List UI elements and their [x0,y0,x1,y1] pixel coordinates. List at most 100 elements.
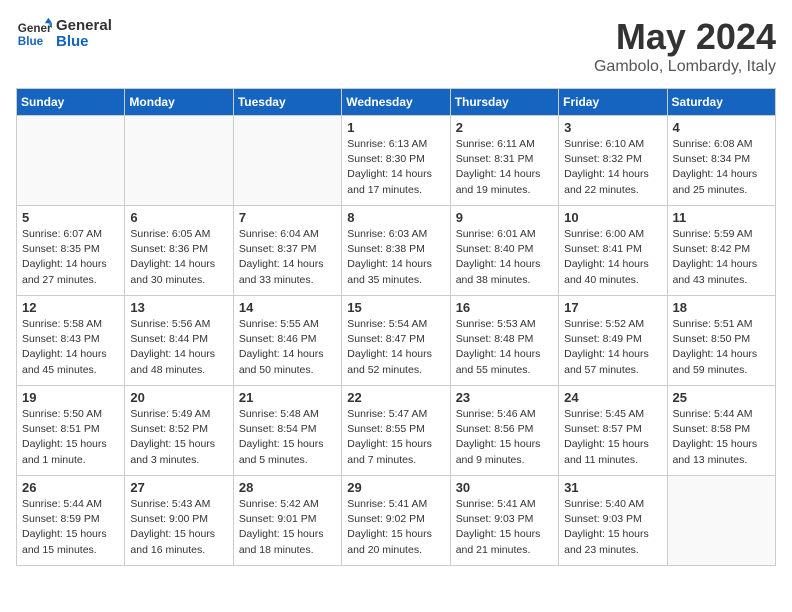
day-number: 18 [673,300,770,315]
location-title: Gambolo, Lombardy, Italy [594,58,776,76]
calendar-body: 1 Sunrise: 6:13 AM Sunset: 8:30 PM Daylig… [17,116,776,566]
day-cell: 18 Sunrise: 5:51 AM Sunset: 8:50 PM Dayli… [667,296,775,386]
day-number: 22 [347,390,444,405]
day-cell: 8Sunrise: 6:03 AM Sunset: 8:38 PM Daylig… [342,206,450,296]
day-cell: 19 Sunrise: 5:50 AM Sunset: 8:51 PM Dayli… [17,386,125,476]
day-info: Sunrise: 5:44 AM Sunset: 8:59 PM Dayligh… [22,497,119,558]
day-info: Sunrise: 5:41 AM Sunset: 9:03 PM Dayligh… [456,497,553,558]
day-info: Sunrise: 6:10 AM Sunset: 8:32 PM Dayligh… [564,137,661,198]
day-info: Sunrise: 5:46 AM Sunset: 8:56 PM Dayligh… [456,407,553,468]
day-cell: 30 Sunrise: 5:41 AM Sunset: 9:03 PM Dayli… [450,476,558,566]
day-number: 23 [456,390,553,405]
day-info: Sunrise: 5:41 AM Sunset: 9:02 PM Dayligh… [347,497,444,558]
day-number: 1 [347,120,444,135]
logo-line2: Blue [56,34,112,51]
day-number: 4 [673,120,770,135]
day-info: Sunrise: 6:03 AM Sunset: 8:38 PM Dayligh… [347,227,444,288]
day-info: Sunrise: 5:40 AM Sunset: 9:03 PM Dayligh… [564,497,661,558]
day-cell: 3 Sunrise: 6:10 AM Sunset: 8:32 PM Daylig… [559,116,667,206]
day-info: Sunrise: 5:42 AM Sunset: 9:01 PM Dayligh… [239,497,336,558]
weekday-sunday: Sunday [17,89,125,116]
day-cell: 28Sunrise: 5:42 AM Sunset: 9:01 PM Dayli… [233,476,341,566]
day-info: Sunrise: 5:58 AM Sunset: 8:43 PM Dayligh… [22,317,119,378]
day-number: 2 [456,120,553,135]
day-cell: 2 Sunrise: 6:11 AM Sunset: 8:31 PM Daylig… [450,116,558,206]
day-cell [17,116,125,206]
day-number: 11 [673,210,770,225]
day-cell: 23 Sunrise: 5:46 AM Sunset: 8:56 PM Dayli… [450,386,558,476]
day-cell: 10 Sunrise: 6:00 AM Sunset: 8:41 PM Dayli… [559,206,667,296]
day-info: Sunrise: 5:55 AM Sunset: 8:46 PM Dayligh… [239,317,336,378]
day-number: 21 [239,390,336,405]
day-info: Sunrise: 6:13 AM Sunset: 8:30 PM Dayligh… [347,137,444,198]
day-cell: 27 Sunrise: 5:43 AM Sunset: 9:00 PM Dayli… [125,476,233,566]
day-cell: 12 Sunrise: 5:58 AM Sunset: 8:43 PM Dayli… [17,296,125,386]
day-info: Sunrise: 5:44 AM Sunset: 8:58 PM Dayligh… [673,407,770,468]
page-header: General Blue General Blue May 2024 Gambo… [16,16,776,76]
day-cell: 16Sunrise: 5:53 AM Sunset: 8:48 PM Dayli… [450,296,558,386]
day-cell: 1 Sunrise: 6:13 AM Sunset: 8:30 PM Daylig… [342,116,450,206]
day-cell: 7Sunrise: 6:04 AM Sunset: 8:37 PM Daylig… [233,206,341,296]
day-info: Sunrise: 6:00 AM Sunset: 8:41 PM Dayligh… [564,227,661,288]
day-cell: 9Sunrise: 6:01 AM Sunset: 8:40 PM Daylig… [450,206,558,296]
day-info: Sunrise: 6:08 AM Sunset: 8:34 PM Dayligh… [673,137,770,198]
day-number: 14 [239,300,336,315]
weekday-tuesday: Tuesday [233,89,341,116]
day-info: Sunrise: 6:07 AM Sunset: 8:35 PM Dayligh… [22,227,119,288]
day-info: Sunrise: 5:45 AM Sunset: 8:57 PM Dayligh… [564,407,661,468]
svg-text:Blue: Blue [18,35,44,48]
day-number: 12 [22,300,119,315]
weekday-wednesday: Wednesday [342,89,450,116]
day-number: 19 [22,390,119,405]
day-number: 5 [22,210,119,225]
day-info: Sunrise: 6:11 AM Sunset: 8:31 PM Dayligh… [456,137,553,198]
week-row-3: 12 Sunrise: 5:58 AM Sunset: 8:43 PM Dayli… [17,296,776,386]
day-cell: 5 Sunrise: 6:07 AM Sunset: 8:35 PM Daylig… [17,206,125,296]
day-info: Sunrise: 5:47 AM Sunset: 8:55 PM Dayligh… [347,407,444,468]
week-row-2: 5 Sunrise: 6:07 AM Sunset: 8:35 PM Daylig… [17,206,776,296]
day-info: Sunrise: 5:49 AM Sunset: 8:52 PM Dayligh… [130,407,227,468]
day-number: 29 [347,480,444,495]
day-number: 20 [130,390,227,405]
day-number: 6 [130,210,227,225]
week-row-5: 26Sunrise: 5:44 AM Sunset: 8:59 PM Dayli… [17,476,776,566]
weekday-thursday: Thursday [450,89,558,116]
day-cell: 11 Sunrise: 5:59 AM Sunset: 8:42 PM Dayli… [667,206,775,296]
weekday-header-row: SundayMondayTuesdayWednesdayThursdayFrid… [17,89,776,116]
day-info: Sunrise: 5:50 AM Sunset: 8:51 PM Dayligh… [22,407,119,468]
day-cell: 21Sunrise: 5:48 AM Sunset: 8:54 PM Dayli… [233,386,341,476]
day-cell: 22 Sunrise: 5:47 AM Sunset: 8:55 PM Dayli… [342,386,450,476]
weekday-saturday: Saturday [667,89,775,116]
day-number: 17 [564,300,661,315]
day-info: Sunrise: 5:54 AM Sunset: 8:47 PM Dayligh… [347,317,444,378]
svg-text:General: General [18,22,52,35]
day-info: Sunrise: 5:59 AM Sunset: 8:42 PM Dayligh… [673,227,770,288]
day-number: 24 [564,390,661,405]
day-number: 3 [564,120,661,135]
title-block: May 2024 Gambolo, Lombardy, Italy [594,16,776,76]
weekday-friday: Friday [559,89,667,116]
day-info: Sunrise: 5:51 AM Sunset: 8:50 PM Dayligh… [673,317,770,378]
day-cell: 25 Sunrise: 5:44 AM Sunset: 8:58 PM Dayli… [667,386,775,476]
day-number: 27 [130,480,227,495]
day-number: 13 [130,300,227,315]
day-cell: 15 Sunrise: 5:54 AM Sunset: 8:47 PM Dayli… [342,296,450,386]
day-cell [667,476,775,566]
day-cell: 20 Sunrise: 5:49 AM Sunset: 8:52 PM Dayli… [125,386,233,476]
day-number: 16 [456,300,553,315]
day-cell [125,116,233,206]
day-info: Sunrise: 6:05 AM Sunset: 8:36 PM Dayligh… [130,227,227,288]
day-number: 25 [673,390,770,405]
day-cell [233,116,341,206]
day-cell: 13Sunrise: 5:56 AM Sunset: 8:44 PM Dayli… [125,296,233,386]
day-number: 15 [347,300,444,315]
day-info: Sunrise: 5:52 AM Sunset: 8:49 PM Dayligh… [564,317,661,378]
day-cell: 17 Sunrise: 5:52 AM Sunset: 8:49 PM Dayli… [559,296,667,386]
day-cell: 24 Sunrise: 5:45 AM Sunset: 8:57 PM Dayli… [559,386,667,476]
day-number: 9 [456,210,553,225]
day-number: 10 [564,210,661,225]
day-number: 30 [456,480,553,495]
day-info: Sunrise: 5:43 AM Sunset: 9:00 PM Dayligh… [130,497,227,558]
day-number: 31 [564,480,661,495]
logo-line1: General [56,18,112,35]
